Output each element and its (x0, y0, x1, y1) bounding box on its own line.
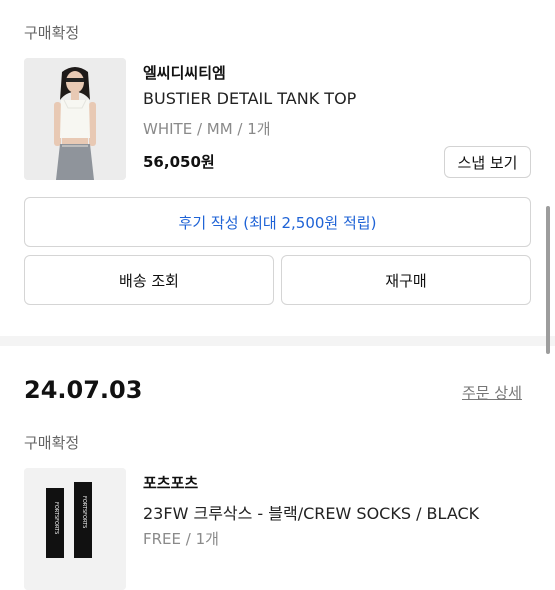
product-thumbnail[interactable]: FORTSFORTS FORTSFORTS (24, 468, 126, 590)
product-price: 56,050원 (143, 153, 215, 171)
sock-logo-text: FORTSFORTS (53, 502, 59, 534)
brand-name[interactable]: 포츠포츠 (143, 472, 198, 493)
product-name[interactable]: 23FW 크루삭스 - 블랙/CREW SOCKS / BLACK (143, 500, 479, 524)
product-thumbnail[interactable] (24, 58, 126, 180)
order-status-label: 구매확정 (24, 434, 80, 452)
model-photo-image (24, 58, 126, 180)
socks-photo-image: FORTSFORTS FORTSFORTS (24, 468, 126, 590)
order-date: 24.07.03 (24, 376, 143, 404)
snap-view-button[interactable]: 스냅 보기 (444, 146, 531, 178)
brand-name[interactable]: 엘씨디씨티엠 (143, 62, 226, 83)
rebuy-button[interactable]: 재구매 (281, 255, 531, 305)
product-option: FREE / 1개 (143, 530, 219, 548)
section-divider (0, 336, 555, 346)
product-name[interactable]: BUSTIER DETAIL TANK TOP (143, 89, 356, 108)
order-status-label: 구매확정 (24, 24, 80, 42)
order-detail-link[interactable]: 주문 상세 (462, 382, 522, 403)
write-review-button[interactable]: 후기 작성 (최대 2,500원 적립) (24, 197, 531, 247)
scrollbar[interactable] (546, 206, 550, 354)
sock-logo-text: FORTSFORTS (81, 496, 87, 528)
track-shipping-button[interactable]: 배송 조회 (24, 255, 274, 305)
product-option: WHITE / MM / 1개 (143, 120, 271, 138)
